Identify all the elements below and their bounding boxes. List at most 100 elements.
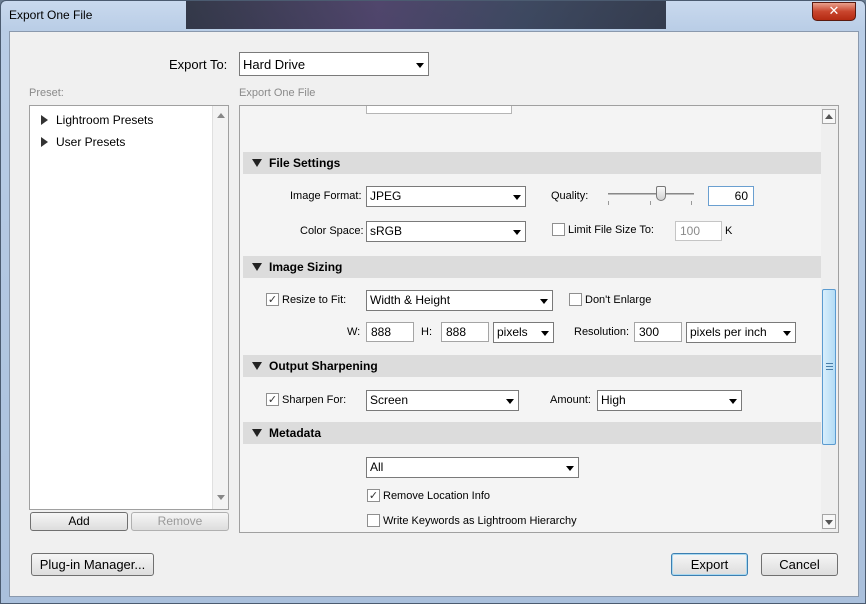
height-label: H: xyxy=(421,326,432,338)
scroll-up-icon[interactable] xyxy=(217,113,225,118)
section-title: Image Sizing xyxy=(269,260,343,274)
quality-label: Quality: xyxy=(551,190,589,202)
units-select[interactable]: pixels xyxy=(493,322,554,343)
limit-unit-label: K xyxy=(725,225,733,237)
expand-arrow-icon xyxy=(41,115,48,125)
slider-tick xyxy=(650,201,651,205)
preset-item-lightroom[interactable]: Lightroom Presets xyxy=(30,110,210,130)
amount-label: Amount: xyxy=(550,394,591,406)
settings-panel: File Settings Image Format: JPEG Quality… xyxy=(239,105,839,533)
write-keywords-checkbox[interactable] xyxy=(367,514,380,527)
close-button[interactable]: ✕ xyxy=(812,2,856,21)
collapse-triangle-icon xyxy=(252,159,262,167)
metadata-header[interactable]: Metadata xyxy=(243,422,822,444)
scroll-thumb[interactable] xyxy=(822,289,836,445)
collapse-triangle-icon xyxy=(252,263,262,271)
chevron-down-icon xyxy=(729,399,737,404)
export-button[interactable]: Export xyxy=(671,553,748,576)
section-title: Output Sharpening xyxy=(269,359,378,373)
scroll-down-button[interactable] xyxy=(822,514,836,529)
slider-thumb[interactable] xyxy=(656,186,666,201)
chevron-down-icon xyxy=(541,331,549,336)
preset-item-label: Lightroom Presets xyxy=(56,113,154,127)
slider-tick xyxy=(608,201,609,205)
preset-label: Preset: xyxy=(29,87,64,99)
output-sharpening-header[interactable]: Output Sharpening xyxy=(243,355,822,377)
grip-line xyxy=(826,363,833,364)
quality-slider[interactable] xyxy=(608,184,694,208)
metadata-include-value: All xyxy=(370,460,384,474)
chevron-down-icon xyxy=(506,399,514,404)
preset-item-label: User Presets xyxy=(56,135,126,149)
preset-scrollbar[interactable] xyxy=(212,106,228,509)
dialog-client-area: Export To: Hard Drive Preset: Lightroom … xyxy=(9,31,859,597)
limit-file-size-label: Limit File Size To: xyxy=(568,224,654,236)
resolution-input[interactable]: 300 xyxy=(634,322,682,342)
units-value: pixels xyxy=(497,325,528,339)
expand-arrow-icon xyxy=(41,137,48,147)
titlebar-background xyxy=(186,1,666,29)
sharpen-for-select[interactable]: Screen xyxy=(366,390,519,411)
limit-file-size-input[interactable]: 100 xyxy=(675,221,722,241)
width-input[interactable]: 888 xyxy=(366,322,414,342)
scroll-up-icon xyxy=(825,114,833,119)
image-format-value: JPEG xyxy=(370,189,402,203)
export-to-select[interactable]: Hard Drive xyxy=(239,52,429,76)
resolution-units-select[interactable]: pixels per inch xyxy=(686,322,796,343)
preset-tree: Lightroom Presets User Presets xyxy=(29,105,229,510)
chevron-down-icon xyxy=(513,230,521,235)
limit-file-size-checkbox[interactable] xyxy=(552,223,565,236)
sharpen-for-checkbox[interactable]: ✓ xyxy=(266,393,279,406)
resolution-units-value: pixels per inch xyxy=(690,325,767,339)
remove-preset-button[interactable]: Remove xyxy=(131,512,229,531)
export-dialog-window: Export One File ✕ Export To: Hard Drive … xyxy=(0,0,866,604)
color-space-value: sRGB xyxy=(370,224,403,238)
panel-header: Export One File xyxy=(239,87,316,99)
sharpen-for-value: Screen xyxy=(370,393,409,407)
image-format-select[interactable]: JPEG xyxy=(366,186,526,207)
width-label: W: xyxy=(347,326,361,338)
metadata-include-select[interactable]: All xyxy=(366,457,579,478)
dont-enlarge-label: Don't Enlarge xyxy=(585,294,652,306)
color-space-select[interactable]: sRGB xyxy=(366,221,526,242)
resize-to-fit-checkbox[interactable]: ✓ xyxy=(266,293,279,306)
chevron-down-icon xyxy=(513,195,521,200)
scroll-up-button[interactable] xyxy=(822,109,836,124)
add-preset-button[interactable]: Add xyxy=(30,512,128,531)
file-settings-header[interactable]: File Settings xyxy=(243,152,822,174)
grip-line xyxy=(826,369,833,370)
remove-location-label: Remove Location Info xyxy=(383,490,491,502)
image-format-label: Image Format: xyxy=(290,190,362,202)
amount-value: High xyxy=(601,393,626,407)
resize-mode-select[interactable]: Width & Height xyxy=(366,290,553,311)
dont-enlarge-checkbox[interactable] xyxy=(569,293,582,306)
cancel-button[interactable]: Cancel xyxy=(761,553,838,576)
collapse-triangle-icon xyxy=(252,429,262,437)
chevron-down-icon xyxy=(416,63,424,68)
height-input[interactable]: 888 xyxy=(441,322,489,342)
chevron-down-icon xyxy=(783,331,791,336)
export-to-value: Hard Drive xyxy=(243,57,306,72)
resize-to-fit-label: Resize to Fit: xyxy=(282,294,347,306)
settings-scrollbar[interactable] xyxy=(821,106,838,532)
collapse-triangle-icon xyxy=(252,362,262,370)
amount-select[interactable]: High xyxy=(597,390,742,411)
plugin-manager-button[interactable]: Plug-in Manager... xyxy=(31,553,154,576)
scroll-down-icon xyxy=(825,520,833,525)
quality-input[interactable]: 60 xyxy=(708,186,754,206)
grip-line xyxy=(826,366,833,367)
remove-location-checkbox[interactable]: ✓ xyxy=(367,489,380,502)
resize-mode-value: Width & Height xyxy=(370,293,451,307)
section-title: Metadata xyxy=(269,426,322,440)
color-space-label: Color Space: xyxy=(300,225,364,237)
export-to-label: Export To: xyxy=(169,57,228,72)
preset-item-user[interactable]: User Presets xyxy=(30,132,210,152)
chevron-down-icon xyxy=(540,299,548,304)
window-title: Export One File xyxy=(9,8,93,22)
image-sizing-header[interactable]: Image Sizing xyxy=(243,256,822,278)
slider-track xyxy=(608,193,694,195)
partial-field xyxy=(366,106,512,114)
section-title: File Settings xyxy=(269,156,341,170)
scroll-down-icon[interactable] xyxy=(217,495,225,500)
write-keywords-label: Write Keywords as Lightroom Hierarchy xyxy=(383,515,577,527)
